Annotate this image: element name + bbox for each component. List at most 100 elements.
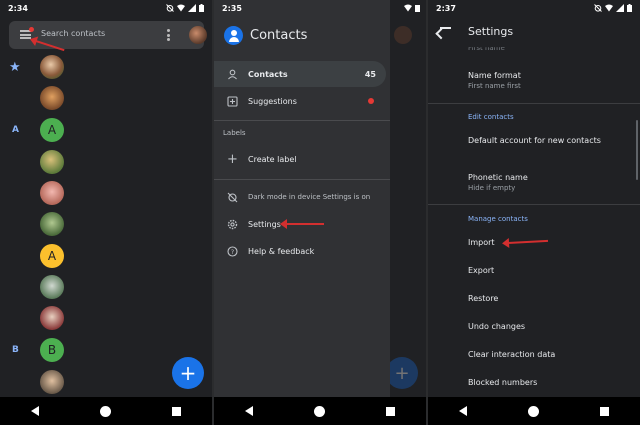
drawer-item-help[interactable]: ? Help & feedback [214,238,386,264]
drawer-header: Contacts [224,26,307,45]
back-icon[interactable] [244,406,253,416]
svg-text:?: ? [231,248,234,256]
contacts-list-screen: 2:34 Search contacts ★ A A A B B + [0,0,212,425]
back-icon[interactable] [458,406,467,416]
contact-avatar-photo[interactable] [40,86,64,110]
divider [214,179,390,180]
settings-row-export[interactable]: Export [468,266,494,275]
drawer-item-label: Help & feedback [248,246,315,256]
contact-avatar-letter[interactable]: A [40,118,64,142]
phonetic-name-value: Hide if empty [468,184,516,192]
menu-badge-dot [29,27,34,32]
favorites-star-icon: ★ [9,60,21,75]
battery-icon [199,4,204,12]
drawer-item-label: Create label [248,154,297,164]
settings-row-blocked-numbers[interactable]: Blocked numbers [468,378,537,387]
settings-row-clear-interaction-data[interactable]: Clear interaction data [468,350,555,359]
app-title: Contacts [250,28,308,43]
home-icon[interactable] [99,405,111,417]
status-bar: 2:35 [214,0,390,16]
alarm-off-icon [594,4,602,12]
section-letter: A [12,125,19,135]
contact-avatar-photo[interactable] [40,275,64,299]
settings-row-default-account[interactable]: Default account for new contacts [468,136,601,145]
wifi-icon [177,4,185,12]
back-icon[interactable] [30,406,39,416]
recents-icon[interactable] [172,406,182,416]
more-options-icon[interactable] [167,29,170,41]
add-contact-button: + [386,357,418,389]
home-icon[interactable] [313,405,325,417]
status-bar: 2:34 [0,0,212,16]
annotation-arrow [508,239,549,244]
settings-row-undo-changes[interactable]: Undo changes [468,322,525,331]
contact-avatar-letter[interactable]: B [40,338,64,362]
divider [428,103,640,104]
signal-icon [188,4,196,12]
drawer-item-contacts[interactable]: Contacts 45 [214,61,386,87]
section-letter: B [12,345,19,355]
status-bar: 2:37 [428,0,640,16]
battery-icon [415,5,420,12]
navigation-drawer: Contacts Contacts 45 Suggestions Labels … [214,16,390,397]
drawer-item-suggestions[interactable]: Suggestions [214,88,386,114]
divider [428,204,640,205]
settings-header: Settings [428,16,640,50]
status-time: 2:37 [436,3,456,13]
contact-avatar-photo[interactable] [40,150,64,174]
search-bar[interactable]: Search contacts [9,21,207,49]
settings-screen: 2:37 Settings First name Name format Fir… [428,0,640,425]
contact-avatar-letter[interactable]: A [40,244,64,268]
screenshot-collage: 2:34 Search contacts ★ A A A B B + + 2:3… [0,0,640,425]
settings-row-phonetic-name[interactable]: Phonetic name [468,173,528,182]
wifi-icon [605,4,613,12]
contact-avatar-photo[interactable] [40,306,64,330]
signal-icon [616,4,624,12]
drawer-item-dark-mode[interactable]: Dark mode in device Settings is on [214,184,386,210]
home-icon[interactable] [527,405,539,417]
settings-row-restore[interactable]: Restore [468,294,498,303]
status-time: 2:34 [8,3,28,13]
drawer-item-label: Contacts [248,69,288,79]
section-edit-contacts: Edit contacts [468,113,514,121]
drawer-item-label: Suggestions [248,96,297,106]
account-avatar[interactable] [189,26,207,44]
wifi-icon [404,4,412,12]
suggestions-icon [227,95,238,107]
contact-avatar-photo[interactable] [40,212,64,236]
recents-icon[interactable] [386,406,396,416]
plus-icon: + [227,151,238,167]
settings-row-import[interactable]: Import [468,238,495,247]
dark-mode-off-icon [227,192,238,203]
recents-icon[interactable] [600,406,610,416]
drawer-item-label: Dark mode in device Settings is on [248,193,371,201]
person-icon [227,69,238,80]
page-title: Settings [468,25,514,38]
scrollbar[interactable] [636,120,638,180]
contact-avatar-photo[interactable] [40,55,64,79]
section-manage-contacts: Manage contacts [468,215,528,223]
divider [214,120,390,121]
gear-icon [227,219,238,230]
back-arrow-icon[interactable] [440,27,451,29]
contact-avatar-photo[interactable] [40,370,64,394]
name-format-value: First name first [468,82,521,90]
search-input[interactable]: Search contacts [41,29,105,38]
add-contact-button[interactable]: + [172,357,204,389]
status-time: 2:35 [222,3,242,13]
nav-bar [0,397,212,425]
navigation-drawer-screen: + 2:35 Contacts Contacts 45 Suggestions … [214,0,426,425]
contact-avatar-photo[interactable] [40,181,64,205]
account-avatar [394,26,412,44]
drawer-item-create-label[interactable]: + Create label [214,146,386,172]
help-icon: ? [227,245,238,257]
labels-heading: Labels [223,129,246,137]
settings-row-name-format[interactable]: Name format [468,71,521,80]
contacts-count: 45 [364,69,376,79]
alarm-off-icon [166,4,174,12]
nav-bar [214,397,426,425]
nav-bar [428,397,640,425]
annotation-arrow [280,219,324,229]
contacts-app-icon [224,26,243,45]
battery-icon [627,4,632,12]
